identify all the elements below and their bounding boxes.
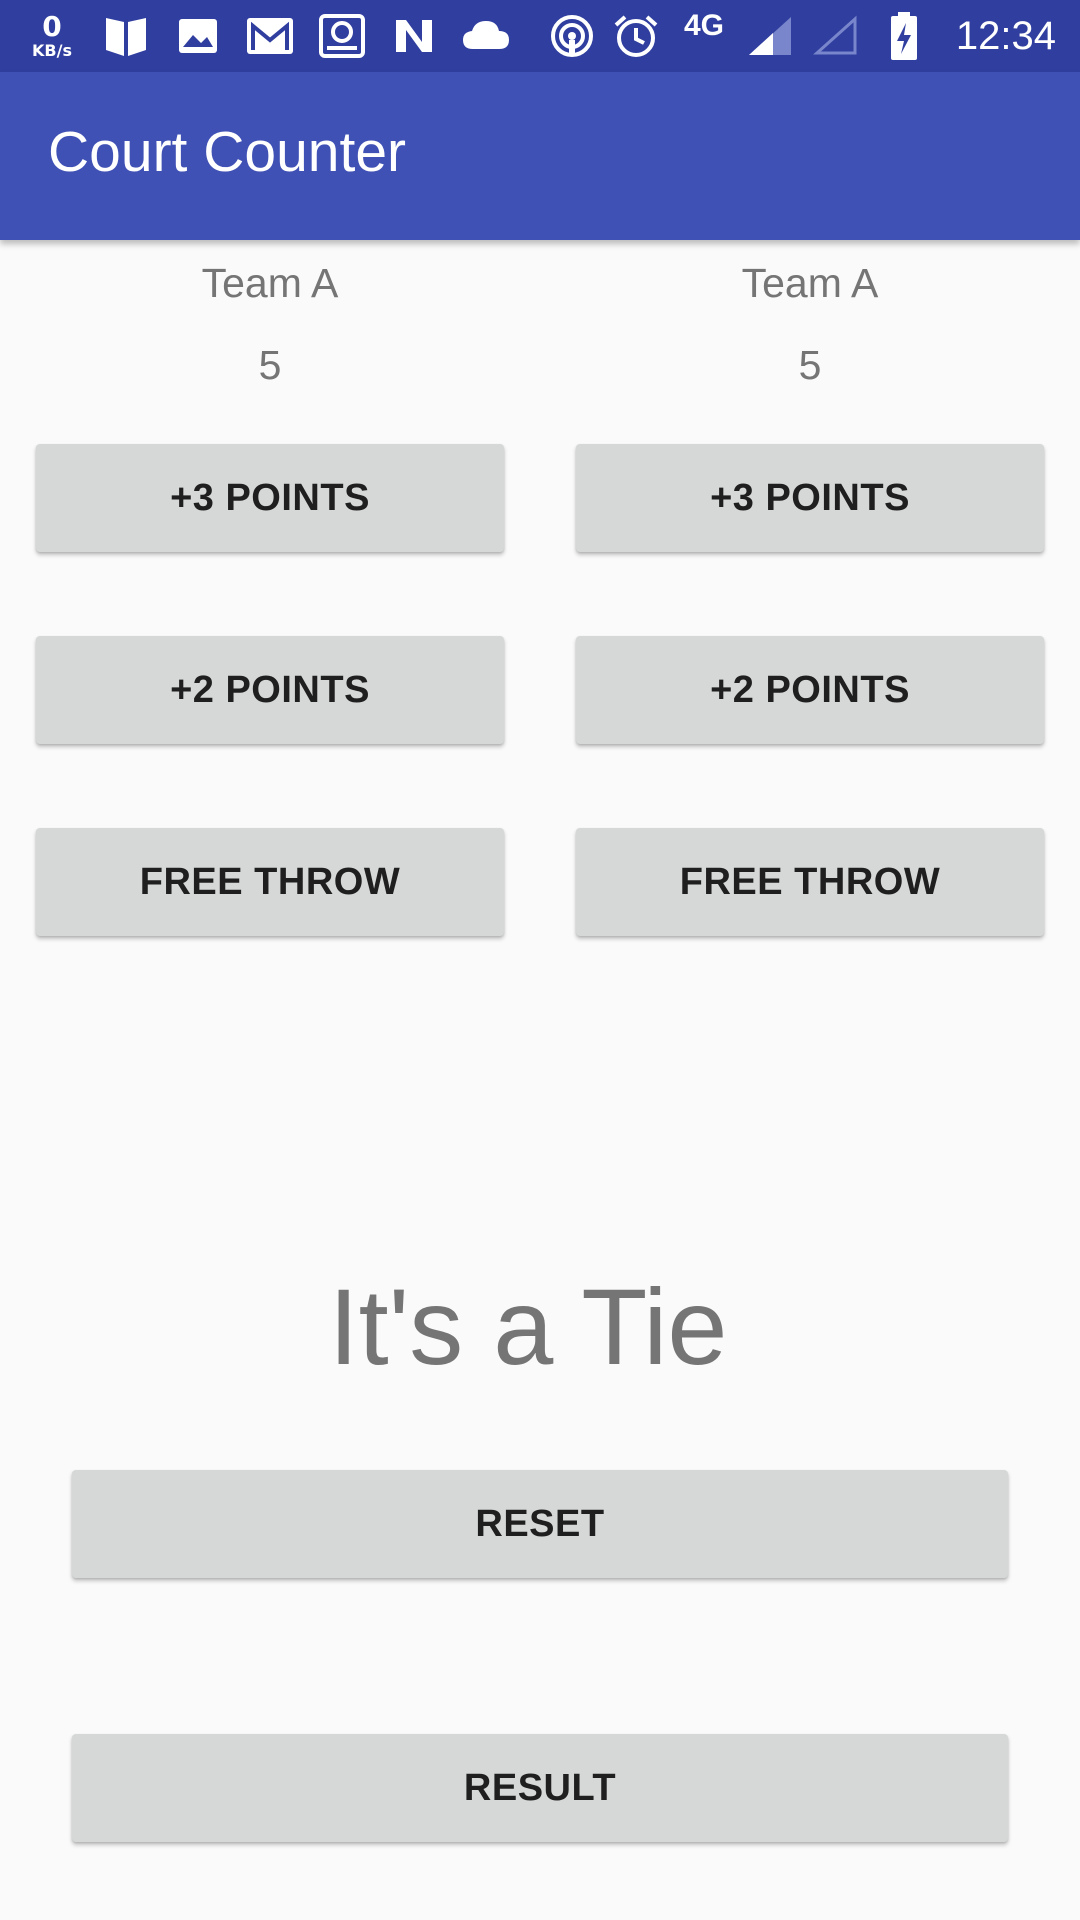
app-bar: Court Counter xyxy=(0,72,1080,240)
clock-time: 12:34 xyxy=(955,13,1056,58)
team-a-score: 5 xyxy=(258,342,282,388)
status-bar: 0 KB/s 4G 12:34 xyxy=(0,0,1080,72)
reset-button[interactable]: RESET xyxy=(72,1470,1008,1578)
signal-sim2-icon xyxy=(812,12,860,60)
result-button[interactable]: RESULT xyxy=(72,1734,1008,1842)
backup-icon xyxy=(316,12,368,60)
network-speed-unit: KB/s xyxy=(32,41,72,60)
team-b-free-throw-button[interactable]: FREE THROW xyxy=(576,828,1044,936)
team-b-score: 5 xyxy=(798,342,822,388)
battery-charging-icon xyxy=(884,12,924,60)
book-icon xyxy=(100,12,152,60)
alarm-icon xyxy=(612,12,660,60)
result-text: It's a Tie xyxy=(328,1266,728,1387)
signal-strength-icon xyxy=(746,12,794,60)
app-title: Court Counter xyxy=(48,120,407,184)
team-a-free-throw-button[interactable]: FREE THROW xyxy=(36,828,504,936)
cloud-icon xyxy=(460,12,512,60)
hotspot-icon xyxy=(548,12,596,60)
team-b-name: Team A xyxy=(741,260,879,306)
team-a-two-points-button[interactable]: +2 POINTS xyxy=(36,636,504,744)
n-app-icon xyxy=(390,12,438,60)
image-icon xyxy=(174,12,222,60)
team-b-three-points-button[interactable]: +3 POINTS xyxy=(576,444,1044,552)
team-b-two-points-button[interactable]: +2 POINTS xyxy=(576,636,1044,744)
network-type-label: 4G xyxy=(684,9,725,42)
network-speed-indicator: 0 KB/s xyxy=(20,8,84,64)
team-a-three-points-button[interactable]: +3 POINTS xyxy=(36,444,504,552)
team-a-name: Team A xyxy=(201,260,339,306)
gmail-icon xyxy=(244,12,296,60)
network-speed-value: 0 xyxy=(42,10,62,43)
